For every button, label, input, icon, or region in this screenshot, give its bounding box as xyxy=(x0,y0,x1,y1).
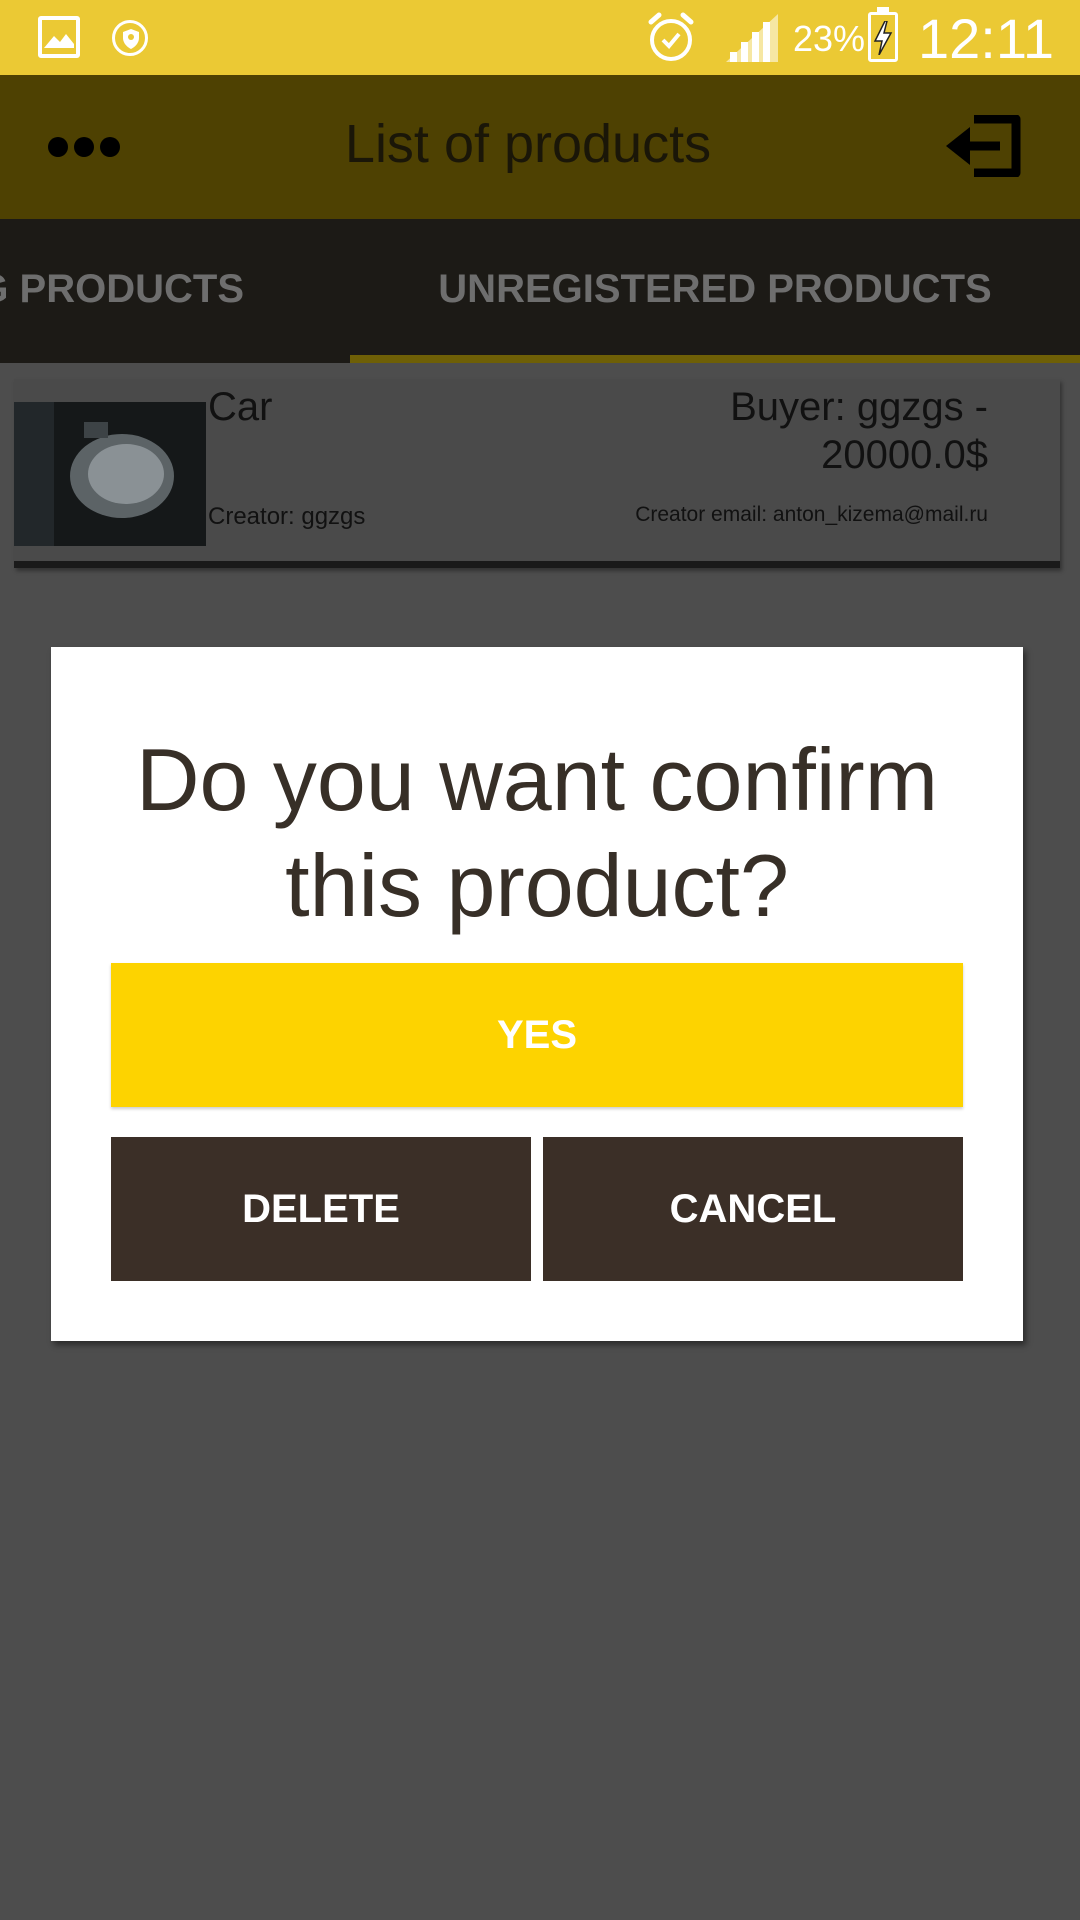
battery-charging-icon xyxy=(868,7,898,62)
selected-tab-indicator xyxy=(350,355,1080,363)
product-name: Car xyxy=(208,385,273,429)
logout-icon[interactable] xyxy=(944,115,1024,177)
tab-g-products[interactable]: G PRODUCTS xyxy=(0,219,244,363)
tab-bar: G PRODUCTS UNREGISTERED PRODUCTS xyxy=(0,219,1080,363)
product-creator: Creator: ggzgs xyxy=(208,503,366,530)
product-price: 20000.0$ xyxy=(821,433,988,477)
delete-button[interactable]: DELETE xyxy=(111,1137,531,1281)
app-bar: List of products xyxy=(0,75,1080,219)
cancel-button[interactable]: CANCEL xyxy=(543,1137,963,1281)
confirm-dialog: Do you want confirm this product? YES DE… xyxy=(51,647,1023,1341)
alarm-icon xyxy=(648,12,694,61)
yes-button[interactable]: YES xyxy=(111,963,963,1107)
signal-icon xyxy=(726,14,778,62)
product-buyer: Buyer: ggzgs - xyxy=(730,385,988,429)
product-image xyxy=(14,402,206,546)
clock: 12:11 xyxy=(918,7,1054,70)
dialog-title-line-1: Do you want confirm xyxy=(135,730,939,829)
battery-percent: 23% xyxy=(793,18,866,59)
dialog-title-line-2: this product? xyxy=(285,836,789,935)
gallery-icon xyxy=(38,16,80,58)
shield-icon xyxy=(112,20,148,56)
page-title: List of products xyxy=(344,114,712,174)
tab-unregistered-products[interactable]: UNREGISTERED PRODUCTS xyxy=(350,219,1080,363)
dialog-title: Do you want confirm this product? xyxy=(51,727,1023,939)
status-bar: 23% 12:11 xyxy=(0,0,1080,75)
product-card[interactable]: Car Creator: ggzgs Buyer: ggzgs - 20000.… xyxy=(14,379,1060,568)
creator-email: Creator email: anton_kizema@mail.ru xyxy=(635,503,988,526)
